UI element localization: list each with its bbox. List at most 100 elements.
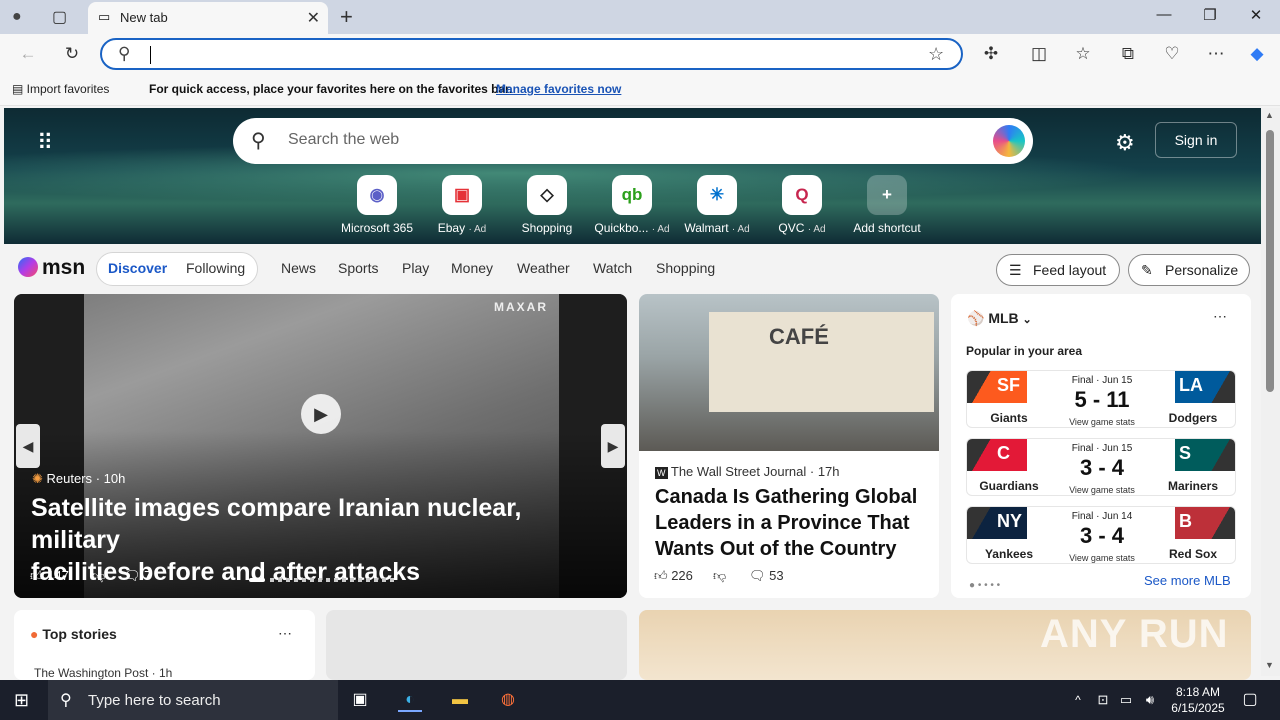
nav-following[interactable]: Following [186, 260, 245, 276]
msn-logo[interactable]: msn [18, 256, 85, 280]
game-score-row[interactable]: C S Guardians Mariners Final · Jun 15 3 - 4 Vi… [966, 438, 1236, 496]
reuters-icon: ✺ [32, 471, 43, 486]
top-stories-more-icon[interactable]: ⋯ [278, 625, 292, 642]
collections-icon[interactable]: ⧉ [1116, 42, 1140, 66]
mlb-title-text: MLB [988, 310, 1019, 326]
tab-close-icon[interactable]: ✕ [307, 8, 320, 28]
main-story-card[interactable]: MAXAR ◀ ▶ ▶ ✺ Reuters · 10h Satellite im… [14, 294, 627, 598]
nav-weather[interactable]: Weather [517, 260, 570, 276]
task-view-icon[interactable]: ▣ [348, 688, 372, 712]
dislike-icon[interactable]: 👎︎ [92, 568, 105, 584]
tab-actions-icon[interactable]: ▢ [52, 7, 67, 27]
carousel-indicators[interactable] [270, 578, 395, 582]
carousel-prev-button[interactable]: ◀ [16, 424, 40, 468]
device-icon[interactable]: ⊡ [1091, 688, 1115, 712]
network-icon[interactable]: ▭ [1114, 688, 1138, 712]
manage-favorites-link[interactable]: Manage favorites now [496, 82, 621, 96]
comments-button[interactable]: 🗨︎ 7 [124, 568, 151, 584]
story-source[interactable]: ✺ Reuters · 10h [32, 471, 125, 487]
story-headline[interactable]: Satellite images compare Iranian nuclear… [31, 492, 611, 588]
shortcut-0[interactable]: ◉ Microsoft 365 [337, 175, 417, 235]
shortcut-2[interactable]: ◇ Shopping [507, 175, 587, 235]
profile-icon[interactable]: ● [12, 8, 22, 26]
personalize-button[interactable]: ✎ Personalize [1128, 254, 1250, 286]
away-team-name: Dodgers [1168, 411, 1218, 425]
see-more-mlb-link[interactable]: See more MLB [1144, 573, 1231, 588]
copilot-search-icon[interactable] [993, 125, 1025, 157]
windows-taskbar: ⊞ ⚲ Type here to search ▣ ◐ ▬ ◍ ^ ⊡ ▭ 🔊︎… [0, 680, 1280, 720]
wsj-comments-button[interactable]: 🗨︎ 53 [749, 568, 784, 584]
browser-essentials-icon[interactable]: ♡ [1160, 42, 1184, 66]
new-tab-button[interactable]: + [340, 4, 353, 30]
nav-discover[interactable]: Discover [108, 260, 167, 276]
game-score-row[interactable]: NY B Yankees Red Sox Final · Jun 14 3 - 4 View… [966, 506, 1236, 564]
page-settings-icon[interactable]: ⚙ [1115, 130, 1135, 156]
wsj-headline[interactable]: Canada Is Gathering Global Leaders in a … [655, 484, 930, 562]
anyrun-watermark: ANY RUN [1040, 612, 1229, 656]
shortcut-5[interactable]: Q QVC · Ad [762, 175, 842, 235]
shortcut-3[interactable]: qb Quickbo... · Ad [592, 175, 672, 235]
more-options-icon[interactable]: ⋯ [1213, 308, 1227, 325]
like-button[interactable]: 👍︎ 147 [30, 568, 69, 584]
web-search-box[interactable]: ⚲ Search the web [233, 118, 1033, 164]
volume-icon[interactable]: 🔊︎ [1138, 688, 1162, 712]
sign-in-button[interactable]: Sign in [1155, 122, 1237, 158]
address-bar[interactable]: ⚲ ☆ [100, 38, 963, 70]
refresh-icon[interactable]: ↻ [60, 42, 84, 66]
notifications-icon[interactable]: ▢ [1238, 688, 1262, 712]
search-placeholder: Search the web [288, 131, 400, 148]
mlb-title[interactable]: ⚾ MLB ⌄ [967, 310, 1032, 327]
taskbar-search-box[interactable]: ⚲ Type here to search [48, 680, 338, 720]
edge-taskbar-icon[interactable]: ◐ [398, 688, 422, 712]
carousel-next-button[interactable]: ▶ [601, 424, 625, 468]
view-game-stats-link[interactable]: View game stats [1057, 417, 1147, 427]
top-stories-title[interactable]: ● Top stories [30, 626, 117, 642]
shortcut-1[interactable]: ▣ Ebay · Ad [422, 175, 502, 235]
settings-more-icon[interactable]: ⋯ [1204, 42, 1228, 66]
nav-money[interactable]: Money [451, 260, 493, 276]
view-game-stats-link[interactable]: View game stats [1057, 485, 1147, 495]
nav-watch[interactable]: Watch [593, 260, 632, 276]
shortcut-6[interactable]: + Add shortcut [847, 175, 927, 235]
wsj-headline-line3: Wants Out of the Country [655, 538, 897, 560]
play-icon[interactable]: ▶ [301, 394, 341, 434]
file-explorer-icon[interactable]: ▬ [448, 688, 472, 712]
split-screen-icon[interactable]: ◫ [1027, 42, 1051, 66]
shortcut-icon: ◉ [357, 175, 397, 215]
wsj-like-button[interactable]: 👍︎ 226 [654, 568, 693, 584]
wsj-dislike-icon[interactable]: 👎︎ [713, 568, 726, 584]
minimize-button[interactable]: — [1144, 6, 1184, 23]
feed-layout-button[interactable]: ☰ Feed layout [996, 254, 1120, 286]
nav-play[interactable]: Play [402, 260, 429, 276]
shortcut-label-wrap: QVC · Ad [762, 221, 842, 235]
carousel-indicator-active[interactable] [249, 578, 265, 582]
copilot-icon[interactable]: ◆ [1245, 42, 1269, 66]
wsj-source[interactable]: W The Wall Street Journal · 17h [655, 464, 840, 479]
tab-new-tab[interactable]: ▭ New tab ✕ [88, 2, 328, 34]
favorites-icon[interactable]: ☆ [1071, 42, 1095, 66]
page-scrollbar[interactable]: ▲ ▼ [1261, 108, 1280, 676]
page-dots[interactable]: ● • • • • [969, 580, 1000, 591]
windows-start-icon[interactable]: ⊞ [14, 690, 29, 711]
firefox-icon[interactable]: ◍ [496, 688, 520, 712]
wsj-story-card[interactable]: CAFÉ W The Wall Street Journal · 17h Can… [639, 294, 939, 598]
import-favorites-button[interactable]: ▤ Import favorites [12, 82, 109, 96]
shortcut-4[interactable]: ✳ Walmart · Ad [677, 175, 757, 235]
scroll-down-icon[interactable]: ▼ [1265, 660, 1274, 670]
close-window-button[interactable]: ✕ [1236, 6, 1276, 24]
scroll-up-icon[interactable]: ▲ [1265, 110, 1274, 120]
show-hidden-icons-icon[interactable]: ^ [1066, 688, 1090, 712]
back-icon[interactable]: ← [16, 42, 40, 66]
apps-launcher-icon[interactable]: ⠿ [37, 130, 53, 156]
restore-button[interactable]: ❐ [1190, 6, 1230, 24]
view-game-stats-link[interactable]: View game stats [1057, 553, 1147, 563]
taskbar-clock[interactable]: 8:18 AM 6/15/2025 [1167, 684, 1229, 716]
favorite-star-icon[interactable]: ☆ [928, 44, 944, 65]
game-score-row[interactable]: SF LA Giants Dodgers Final · Jun 15 5 - 11 Vie… [966, 370, 1236, 428]
top-stories-source[interactable]: The Washington Post · 1h [34, 666, 172, 680]
scrollbar-thumb[interactable] [1266, 130, 1274, 392]
nav-news[interactable]: News [281, 260, 316, 276]
nav-shopping[interactable]: Shopping [656, 260, 715, 276]
nav-sports[interactable]: Sports [338, 260, 378, 276]
extensions-icon[interactable]: ✣ [979, 42, 1003, 66]
